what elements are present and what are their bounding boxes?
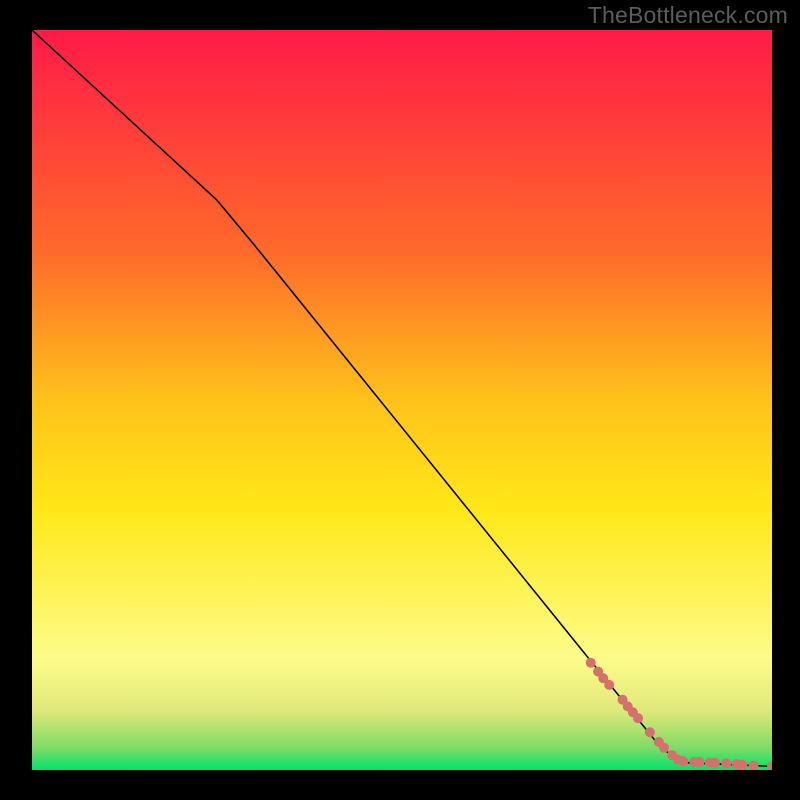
plot-background <box>32 30 772 770</box>
chart-container: TheBottleneck.com <box>0 0 800 800</box>
watermark-text: TheBottleneck.com <box>588 2 788 29</box>
